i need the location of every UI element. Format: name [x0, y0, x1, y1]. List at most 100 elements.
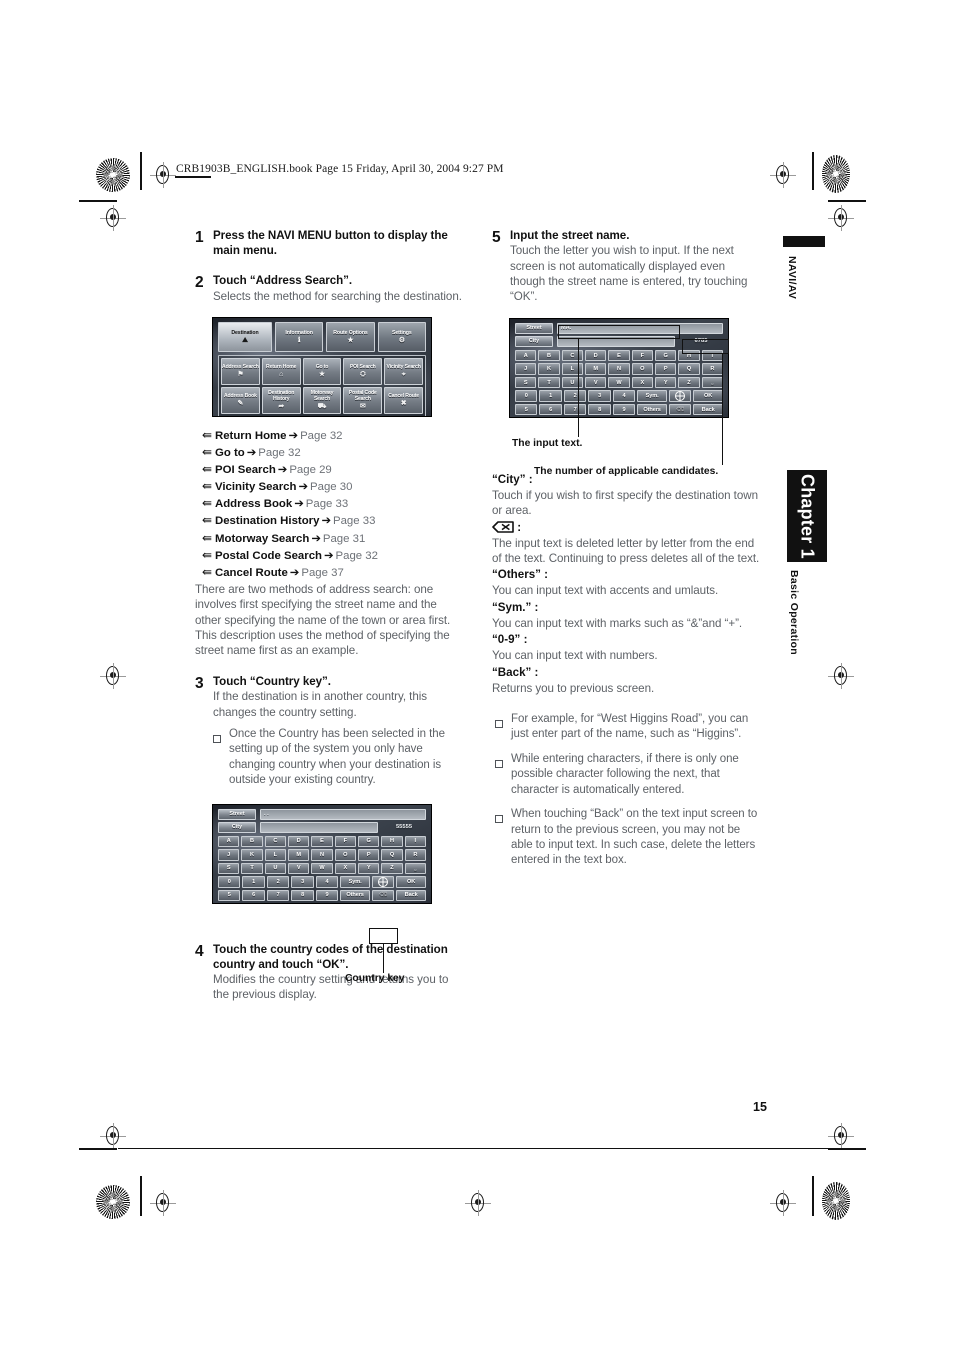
menu-key-motorway-search[interactable]: Motorway Search ⛟: [302, 387, 342, 415]
key-space[interactable]: ⎵: [701, 376, 723, 389]
tab-settings[interactable]: Settings ⚙: [377, 322, 426, 353]
key-ok[interactable]: OK: [396, 876, 426, 888]
key-others[interactable]: Others: [637, 403, 667, 416]
street-input[interactable]: . .: [260, 808, 426, 820]
key-0[interactable]: 0: [218, 876, 241, 888]
key-f[interactable]: F: [631, 349, 653, 362]
key-c[interactable]: C: [264, 835, 286, 848]
key-ok[interactable]: OK: [693, 390, 723, 402]
key-m[interactable]: M: [584, 363, 607, 375]
key-e[interactable]: E: [311, 835, 333, 848]
key-p[interactable]: P: [654, 363, 677, 375]
key-sym[interactable]: Sym.: [340, 876, 370, 888]
key-u[interactable]: U: [561, 376, 583, 389]
tab-information[interactable]: Information ℹ: [274, 322, 324, 353]
key-a[interactable]: A: [218, 835, 240, 848]
key-n[interactable]: N: [608, 363, 630, 375]
key-k[interactable]: K: [538, 363, 560, 375]
key-u[interactable]: U: [264, 862, 286, 875]
key-w[interactable]: W: [311, 862, 333, 875]
menu-key-cancel-route[interactable]: Cancel Route ✖: [384, 387, 423, 415]
key-m[interactable]: M: [287, 849, 310, 861]
key-5[interactable]: 5: [515, 403, 538, 416]
key-6[interactable]: 6: [539, 403, 562, 416]
key-h[interactable]: H: [381, 835, 403, 848]
key-k[interactable]: K: [241, 849, 263, 861]
key-g[interactable]: G: [357, 835, 380, 848]
key-4[interactable]: 4: [612, 390, 636, 402]
city-button[interactable]: City: [515, 335, 553, 347]
key-backspace[interactable]: ⌫: [668, 403, 692, 416]
key-o[interactable]: O: [334, 849, 356, 861]
key-backspace[interactable]: ⌫: [371, 889, 395, 902]
tab-route-options[interactable]: Route Options ★: [326, 322, 375, 353]
key-r[interactable]: R: [701, 363, 723, 375]
key-j[interactable]: J: [218, 849, 240, 861]
street-input[interactable]: MA.: [557, 322, 723, 334]
key-7[interactable]: 7: [563, 403, 587, 416]
key-9[interactable]: 9: [612, 403, 636, 416]
tab-destination[interactable]: Destination ⛰: [218, 322, 272, 353]
key-3[interactable]: 3: [588, 390, 611, 402]
key-2[interactable]: 2: [563, 390, 587, 402]
key-d[interactable]: D: [584, 349, 607, 362]
key-t[interactable]: T: [538, 376, 560, 389]
key-l[interactable]: L: [264, 849, 286, 861]
key-0[interactable]: 0: [515, 390, 538, 402]
key-sym[interactable]: Sym.: [637, 390, 667, 402]
key-v[interactable]: V: [584, 376, 607, 389]
menu-key-postal-code-search[interactable]: Postal Code Search ✉: [343, 387, 383, 415]
key-i[interactable]: I: [404, 835, 426, 848]
key-4[interactable]: 4: [315, 876, 339, 888]
key-space[interactable]: ⎵: [404, 862, 426, 875]
key-y[interactable]: Y: [357, 862, 380, 875]
menu-key-address-book[interactable]: Address Book ✎: [221, 387, 260, 415]
key-r[interactable]: R: [404, 849, 426, 861]
key-others[interactable]: Others: [340, 889, 370, 902]
key-z[interactable]: Z: [678, 376, 700, 389]
city-button[interactable]: City: [218, 821, 256, 833]
menu-key-address-search[interactable]: Address Search ⚑: [221, 358, 260, 386]
menu-key-go-to[interactable]: Go to ★: [302, 358, 342, 386]
key-s[interactable]: S: [218, 862, 240, 875]
key-q[interactable]: Q: [678, 363, 700, 375]
key-back[interactable]: Back: [396, 889, 426, 902]
key-3[interactable]: 3: [291, 876, 314, 888]
key-j[interactable]: J: [515, 363, 537, 375]
key-f[interactable]: F: [334, 835, 356, 848]
key-8[interactable]: 8: [291, 889, 314, 902]
key-9[interactable]: 9: [315, 889, 339, 902]
country-key[interactable]: [371, 876, 395, 888]
key-s[interactable]: S: [515, 376, 537, 389]
key-2[interactable]: 2: [266, 876, 290, 888]
key-i[interactable]: I: [701, 349, 723, 362]
key-back[interactable]: Back: [693, 403, 723, 416]
key-e[interactable]: E: [608, 349, 630, 362]
menu-key-vicinity-search[interactable]: Vicinity Search ⌖: [384, 358, 423, 386]
key-a[interactable]: A: [515, 349, 537, 362]
key-1[interactable]: 1: [539, 390, 562, 402]
key-b[interactable]: B: [538, 349, 560, 362]
key-h[interactable]: H: [678, 349, 700, 362]
key-o[interactable]: O: [631, 363, 653, 375]
key-q[interactable]: Q: [381, 849, 403, 861]
key-b[interactable]: B: [241, 835, 263, 848]
key-8[interactable]: 8: [588, 403, 611, 416]
menu-key-return-home[interactable]: Return Home ⌂: [261, 358, 301, 386]
menu-key-poi-search[interactable]: POI Search ⛭: [343, 358, 383, 386]
country-key[interactable]: [668, 390, 692, 402]
key-n[interactable]: N: [311, 849, 333, 861]
key-x[interactable]: X: [631, 376, 653, 389]
key-y[interactable]: Y: [654, 376, 677, 389]
key-x[interactable]: X: [334, 862, 356, 875]
street-button[interactable]: Street: [515, 322, 553, 334]
street-button[interactable]: Street: [218, 808, 256, 820]
key-d[interactable]: D: [287, 835, 310, 848]
key-g[interactable]: G: [654, 349, 677, 362]
key-1[interactable]: 1: [242, 876, 265, 888]
key-w[interactable]: W: [608, 376, 630, 389]
key-p[interactable]: P: [357, 849, 380, 861]
menu-key-destination-history[interactable]: Destination History ➦: [261, 387, 301, 415]
key-l[interactable]: L: [561, 363, 583, 375]
key-t[interactable]: T: [241, 862, 263, 875]
